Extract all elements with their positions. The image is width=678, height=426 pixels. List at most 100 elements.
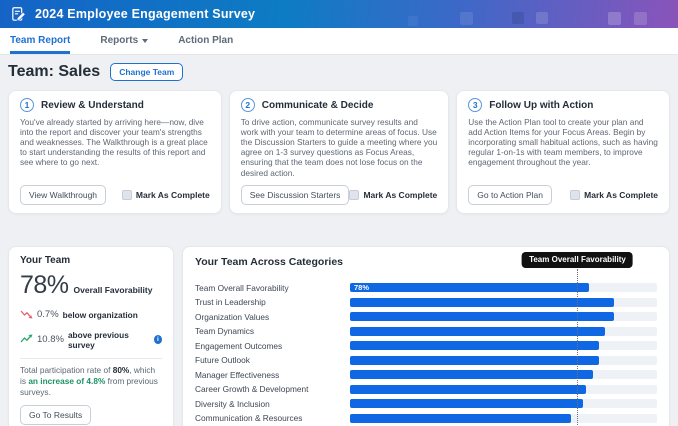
view-walkthrough-button[interactable]: View Walkthrough (20, 184, 107, 205)
bar (350, 384, 587, 394)
category-label: Future Outlook (195, 355, 250, 366)
category-label: Manager Effectiveness (195, 369, 280, 380)
category-label: Trust in Leadership (195, 297, 266, 308)
tab-team-report[interactable]: Team Report (10, 28, 71, 54)
bar (350, 341, 599, 351)
chart-row: Diversity & Inclusion (195, 397, 657, 412)
mark-complete-group[interactable]: Mark As Complete (570, 189, 658, 200)
chart-row: Communication & Resources (195, 411, 657, 426)
chart-row: Trust in Leadership (195, 295, 657, 310)
chart-row: Team Overall Favorability 78% (195, 281, 657, 296)
bar-track (350, 399, 657, 409)
step-number-badge: 1 (20, 98, 34, 112)
chevron-down-icon (142, 39, 149, 43)
change-team-button[interactable]: Change Team (110, 63, 184, 81)
divider (20, 357, 162, 359)
category-label: Team Dynamics (195, 326, 255, 337)
trend-up-icon (20, 331, 33, 349)
team-heading-row: Team: Sales Change Team (8, 63, 670, 81)
below-organization-row: 0.7% below organization (20, 306, 162, 324)
category-label: Engagement Outcomes (195, 340, 283, 351)
main-nav: Team Report Reports Action Plan (0, 28, 678, 55)
mark-complete-checkbox[interactable] (121, 189, 132, 200)
bar-track (350, 370, 657, 380)
survey-clipboard-logo-icon (10, 6, 27, 23)
see-discussion-starters-button[interactable]: See Discussion Starters (240, 184, 350, 205)
bar: 78% (350, 283, 590, 293)
bar (350, 413, 572, 423)
mark-complete-group[interactable]: Mark As Complete (349, 189, 437, 200)
header-decor-square (536, 12, 548, 24)
score-row: 78% Overall Favorability (20, 271, 162, 300)
mark-complete-label[interactable]: Mark As Complete (584, 190, 658, 200)
above-previous-label: above previous survey (67, 329, 129, 350)
overall-favorability-label: Overall Favorability (73, 284, 153, 295)
bar-track: 78% (350, 283, 657, 293)
categories-card: Your Team Across Categories Team Overall… (182, 245, 670, 426)
marker-line (577, 268, 579, 426)
category-label: Team Overall Favorability (195, 282, 289, 293)
tab-action-plan[interactable]: Action Plan (178, 28, 233, 54)
info-icon[interactable] (153, 335, 162, 345)
page-content: Team: Sales Change Team 1 Review & Under… (0, 55, 678, 426)
mark-complete-label[interactable]: Mark As Complete (136, 190, 210, 200)
step-header: 3 Follow Up with Action (468, 98, 658, 112)
participation-text: Total participation rate of 80%, which i… (20, 365, 162, 399)
step-card-follow-up: 3 Follow Up with Action Use the Action P… (456, 90, 671, 214)
overall-favorability-score: 78% (20, 270, 69, 299)
bottom-row: Your Team 78% Overall Favorability 0.7% … (8, 245, 670, 426)
step-footer: Go to Action Plan Mark As Complete (468, 184, 658, 205)
header-decor-square (634, 12, 647, 25)
category-label: Organization Values (195, 311, 270, 322)
tab-reports[interactable]: Reports (100, 28, 149, 54)
category-label: Communication & Resources (195, 413, 303, 424)
bar-track (350, 326, 657, 336)
your-team-card: Your Team 78% Overall Favorability 0.7% … (8, 245, 174, 426)
chart-row: Engagement Outcomes (195, 339, 657, 354)
participation-rate: 80% (112, 364, 130, 375)
mark-complete-group[interactable]: Mark As Complete (121, 189, 210, 200)
step-footer: See Discussion Starters Mark As Complete (240, 184, 437, 205)
tab-label: Team Report (10, 35, 71, 46)
above-previous-row: 10.8% above previous survey (20, 330, 162, 350)
step-footer: View Walkthrough Mark As Complete (20, 184, 210, 205)
chart-row: Manager Effectiveness (195, 368, 657, 383)
step-title: Communicate & Decide (261, 99, 374, 111)
tab-label: Action Plan (178, 35, 234, 46)
step-description: Use the Action Plan tool to create your … (468, 117, 658, 168)
below-organization-value: 0.7% (37, 309, 59, 321)
category-label: Diversity & Inclusion (195, 398, 270, 409)
go-to-action-plan-button[interactable]: Go to Action Plan (468, 184, 552, 205)
category-label: Career Growth & Development (195, 384, 309, 395)
bar (350, 370, 593, 380)
bar-track (350, 355, 657, 365)
step-title: Review & Understand (41, 99, 144, 111)
participation-prefix: Total participation rate of (20, 364, 113, 375)
step-number-badge: 2 (240, 98, 255, 112)
header-decor-square (512, 12, 524, 24)
mark-complete-checkbox[interactable] (349, 189, 360, 200)
step-number-badge: 3 (468, 98, 483, 112)
trend-down-icon (20, 306, 33, 324)
above-previous-value: 10.8% (37, 334, 64, 346)
chart-row: Future Outlook (195, 353, 657, 368)
tab-label: Reports (100, 35, 139, 46)
bar-track (350, 312, 657, 322)
header-decor-square (608, 12, 621, 25)
bar (350, 297, 615, 307)
chart-row: Team Dynamics (195, 324, 657, 339)
bar-value-label: 78% (354, 283, 370, 293)
mark-complete-label[interactable]: Mark As Complete (363, 190, 437, 200)
bar-track (350, 297, 657, 307)
app-header: 2024 Employee Engagement Survey (0, 0, 678, 28)
steps-row: 1 Review & Understand You've already sta… (8, 90, 671, 214)
step-card-communicate: 2 Communicate & Decide To drive action, … (228, 90, 450, 214)
bar-track (350, 341, 657, 351)
header-decor-square (408, 16, 418, 26)
go-to-results-button[interactable]: Go To Results (20, 405, 92, 426)
your-team-title: Your Team (20, 254, 71, 266)
mark-complete-checkbox[interactable] (570, 189, 581, 200)
bar (350, 326, 605, 336)
marker-tooltip: Team Overall Favorability (522, 251, 633, 268)
bar (350, 355, 599, 365)
